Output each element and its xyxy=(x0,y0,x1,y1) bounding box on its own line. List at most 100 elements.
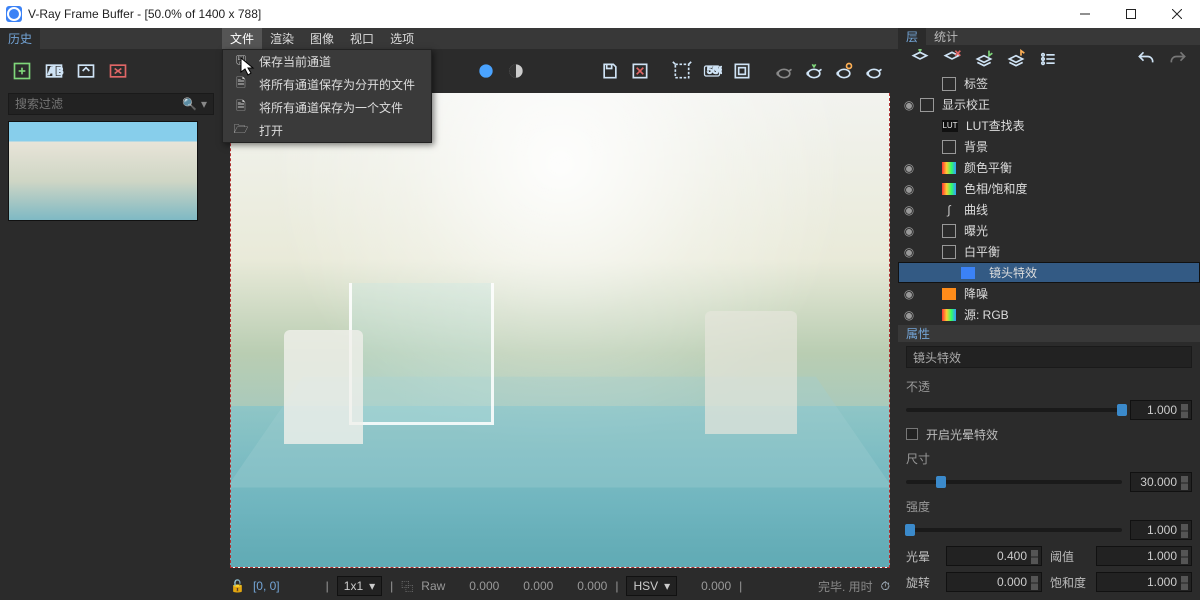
window-minimize-button[interactable] xyxy=(1062,0,1108,28)
opacity-value[interactable]: 1.000 xyxy=(1130,400,1192,420)
visibility-toggle-icon[interactable]: ◉ xyxy=(898,98,920,112)
history-thumbnail[interactable] xyxy=(8,121,198,221)
layer-row[interactable]: ◉ 源: RGB xyxy=(898,304,1200,325)
visibility-toggle-icon[interactable]: ◉ xyxy=(898,308,920,322)
intensity-slider[interactable] xyxy=(906,528,1122,532)
size-slider[interactable] xyxy=(906,480,1122,484)
intensity-label: 强度 xyxy=(906,498,936,515)
search-icon: 🔍 xyxy=(182,97,197,111)
lock-icon[interactable]: 🔓 xyxy=(230,579,245,593)
history-tab[interactable]: 历史 xyxy=(0,28,40,49)
status-v1: 0.000 xyxy=(453,579,499,593)
layer-type-icon xyxy=(942,183,956,195)
layer-type-icon: LUT xyxy=(942,120,958,132)
teapot-interactive-icon[interactable] xyxy=(830,57,858,85)
rotate-value[interactable]: 0.000 xyxy=(946,572,1042,592)
render-viewport[interactable] xyxy=(230,93,890,568)
history-delete-icon[interactable] xyxy=(104,57,132,85)
visibility-toggle-icon[interactable]: ◉ xyxy=(898,182,920,196)
teapot-stop-icon[interactable] xyxy=(770,57,798,85)
layer-row[interactable]: 背景 xyxy=(898,136,1200,157)
visibility-toggle-icon[interactable]: ◉ xyxy=(898,203,920,217)
history-compare-icon[interactable]: AB xyxy=(40,57,68,85)
layer-row[interactable]: ◉ 色相/饱和度 xyxy=(898,178,1200,199)
history-search[interactable]: 🔍 ▾ xyxy=(8,93,214,115)
undo-icon[interactable] xyxy=(1132,45,1160,73)
properties-header: 属性 xyxy=(898,325,1200,342)
window-maximize-button[interactable] xyxy=(1108,0,1154,28)
channel-alpha-icon[interactable] xyxy=(502,57,530,85)
visibility-toggle-icon[interactable]: ◉ xyxy=(898,287,920,301)
visibility-toggle-icon[interactable]: ◉ xyxy=(898,224,920,238)
layer-label: 颜色平衡 xyxy=(964,159,1012,176)
opacity-slider[interactable] xyxy=(906,408,1122,412)
chevron-down-icon[interactable]: ▾ xyxy=(201,97,207,111)
saturation-value[interactable]: 1.000 xyxy=(1096,572,1192,592)
bloom-value[interactable]: 0.400 xyxy=(946,546,1042,566)
layer-delete-icon[interactable] xyxy=(938,45,966,73)
history-add-icon[interactable] xyxy=(8,57,36,85)
menu-file[interactable]: 文件 xyxy=(222,28,262,49)
layer-add-icon[interactable] xyxy=(906,45,934,73)
history-search-input[interactable] xyxy=(15,97,182,111)
layer-row[interactable]: 标签 xyxy=(898,73,1200,94)
svg-text:%: % xyxy=(715,66,723,77)
layer-label: 曝光 xyxy=(964,222,988,239)
crop-icon[interactable]: ⿻ xyxy=(401,578,413,595)
teapot-render-icon[interactable] xyxy=(800,57,828,85)
folder-open-icon: 🗁 xyxy=(233,123,249,139)
size-value[interactable]: 30.000 xyxy=(1130,472,1192,492)
channel-rgb-icon[interactable] xyxy=(472,57,500,85)
layers-panel: 层 统计 标签◉显示校正LUTLUT查找表背景◉颜色平衡◉色相/饱和度◉曲线◉曝… xyxy=(898,28,1200,600)
tab-stats[interactable]: 统计 xyxy=(926,28,966,45)
redo-icon[interactable] xyxy=(1164,45,1192,73)
zoom-level-icon[interactable]: 50% xyxy=(698,57,726,85)
status-mode: Raw xyxy=(421,579,445,593)
layer-row[interactable]: ◉ 显示校正 xyxy=(898,94,1200,115)
layer-type-icon xyxy=(942,288,956,300)
menu-image[interactable]: 图像 xyxy=(302,28,342,49)
layer-row[interactable]: ◉ 曝光 xyxy=(898,220,1200,241)
layer-row[interactable]: 镜头特效 xyxy=(898,262,1200,283)
layer-label: 源: RGB xyxy=(964,306,1009,323)
menu-save-all-separate[interactable]: 🗎将所有通道保存为分开的文件 xyxy=(223,73,431,96)
layer-type-icon xyxy=(942,140,956,154)
glow-checkbox[interactable] xyxy=(906,428,918,440)
layer-row[interactable]: ◉曲线 xyxy=(898,199,1200,220)
intensity-value[interactable]: 1.000 xyxy=(1130,520,1192,540)
menu-options[interactable]: 选项 xyxy=(382,28,422,49)
status-grid-select[interactable]: 1x1▾ xyxy=(337,576,382,596)
history-load-icon[interactable] xyxy=(72,57,100,85)
window-close-button[interactable] xyxy=(1154,0,1200,28)
menubar: 文件 渲染 图像 视口 选项 xyxy=(222,28,898,49)
teapot-plain-icon[interactable] xyxy=(860,57,888,85)
visibility-toggle-icon[interactable]: ◉ xyxy=(898,245,920,259)
menu-viewport[interactable]: 视口 xyxy=(342,28,382,49)
layer-load-icon[interactable] xyxy=(1002,45,1030,73)
layer-row[interactable]: ◉ 颜色平衡 xyxy=(898,157,1200,178)
clear-icon[interactable] xyxy=(626,57,654,85)
save-icon[interactable] xyxy=(596,57,624,85)
layer-type-icon xyxy=(961,267,975,279)
layer-row[interactable]: LUT LUT查找表 xyxy=(898,115,1200,136)
history-panel: 历史 AB 🔍 ▾ xyxy=(0,28,222,600)
layer-label: LUT查找表 xyxy=(966,117,1025,134)
layer-type-icon xyxy=(942,309,956,321)
menu-open[interactable]: 🗁打开 xyxy=(223,119,431,142)
menu-render[interactable]: 渲染 xyxy=(262,28,302,49)
visibility-toggle-icon[interactable]: ◉ xyxy=(898,161,920,175)
status-colorspace-select[interactable]: HSV▾ xyxy=(626,576,677,596)
layer-label: 显示校正 xyxy=(942,96,990,113)
region-icon[interactable] xyxy=(668,57,696,85)
layer-row[interactable]: ◉白平衡 xyxy=(898,241,1200,262)
stopwatch-icon[interactable]: ⏱ xyxy=(881,579,890,594)
threshold-value[interactable]: 1.000 xyxy=(1096,546,1192,566)
layer-save-icon[interactable] xyxy=(970,45,998,73)
layer-label: 色相/饱和度 xyxy=(964,180,1027,197)
menu-save-all-single[interactable]: 🗎将所有通道保存为一个文件 xyxy=(223,96,431,119)
frame-icon[interactable] xyxy=(728,57,756,85)
layer-list-icon[interactable] xyxy=(1034,45,1062,73)
layer-row[interactable]: ◉降噪 xyxy=(898,283,1200,304)
menu-save-current-channel[interactable]: 🖫保存当前通道 xyxy=(223,50,431,73)
tab-layers[interactable]: 层 xyxy=(898,28,926,45)
